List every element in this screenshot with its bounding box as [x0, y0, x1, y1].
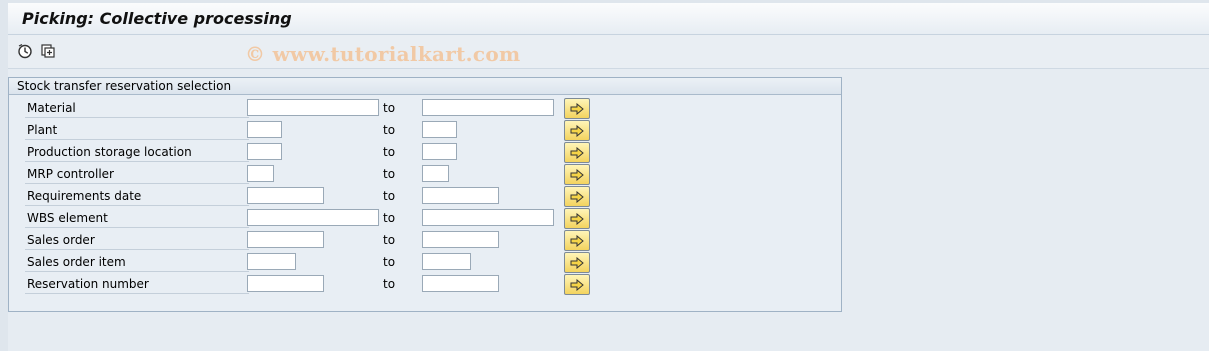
reservation-number-to-input[interactable]: [422, 275, 499, 292]
arrow-right-icon: [570, 256, 584, 269]
multiple-selection-button[interactable]: [564, 98, 590, 119]
multiple-selection-button[interactable]: [564, 252, 590, 273]
arrow-right-icon: [570, 212, 584, 225]
page-title: Picking: Collective processing: [22, 9, 292, 28]
to-label: to: [383, 277, 396, 291]
title-bar: Picking: Collective processing: [8, 3, 1209, 35]
wbs-element-to-input[interactable]: [422, 209, 554, 226]
watermark-text: © www.tutorialkart.com: [245, 42, 521, 66]
multiple-selection-button[interactable]: [564, 274, 590, 295]
selection-row-mrp-controller: MRP controller to: [25, 164, 845, 186]
selection-row-requirements-date: Requirements date to: [25, 186, 845, 208]
multiple-selection-button[interactable]: [564, 142, 590, 163]
multiple-selection-button[interactable]: [564, 120, 590, 141]
to-label: to: [383, 255, 396, 269]
material-from-input[interactable]: [247, 99, 379, 116]
selection-row-sales-order: Sales order to: [25, 230, 845, 252]
execute-icon[interactable]: [16, 42, 34, 60]
selection-row-plant: Plant to: [25, 120, 845, 142]
to-label: to: [383, 167, 396, 181]
mrp-controller-from-input[interactable]: [247, 165, 274, 182]
mrp-controller-to-input[interactable]: [422, 165, 449, 182]
multiple-selection-button[interactable]: [564, 208, 590, 229]
to-label: to: [383, 123, 396, 137]
sales-order-from-input[interactable]: [247, 231, 324, 248]
selection-row-wbs-element: WBS element to: [25, 208, 845, 230]
field-label: Material: [25, 99, 249, 118]
arrow-right-icon: [570, 234, 584, 247]
group-title: Stock transfer reservation selection: [9, 78, 841, 95]
to-label: to: [383, 189, 396, 203]
application-toolbar: [8, 35, 1209, 69]
arrow-right-icon: [570, 278, 584, 291]
arrow-right-icon: [570, 190, 584, 203]
selection-group: Stock transfer reservation selection Mat…: [8, 77, 842, 312]
field-label: Requirements date: [25, 187, 249, 206]
sales-order-item-from-input[interactable]: [247, 253, 296, 270]
to-label: to: [383, 145, 396, 159]
plant-to-input[interactable]: [422, 121, 457, 138]
requirements-date-from-input[interactable]: [247, 187, 324, 204]
reservation-number-from-input[interactable]: [247, 275, 324, 292]
sales-order-item-to-input[interactable]: [422, 253, 471, 270]
multiple-selection-button[interactable]: [564, 230, 590, 251]
selection-row-storage-location: Production storage location to: [25, 142, 845, 164]
requirements-date-to-input[interactable]: [422, 187, 499, 204]
storage-location-from-input[interactable]: [247, 143, 282, 160]
selection-row-sales-order-item: Sales order item to: [25, 252, 845, 274]
get-variant-icon[interactable]: [39, 42, 57, 60]
to-label: to: [383, 211, 396, 225]
to-label: to: [383, 233, 396, 247]
field-label: Plant: [25, 121, 249, 140]
selection-row-material: Material to: [25, 98, 845, 120]
field-label: MRP controller: [25, 165, 249, 184]
arrow-right-icon: [570, 168, 584, 181]
sales-order-to-input[interactable]: [422, 231, 499, 248]
field-label: Sales order: [25, 231, 249, 250]
arrow-right-icon: [570, 146, 584, 159]
material-to-input[interactable]: [422, 99, 554, 116]
multiple-selection-button[interactable]: [564, 186, 590, 207]
selection-row-reservation-number: Reservation number to: [25, 274, 845, 296]
field-label: WBS element: [25, 209, 249, 228]
arrow-right-icon: [570, 102, 584, 115]
arrow-right-icon: [570, 124, 584, 137]
multiple-selection-button[interactable]: [564, 164, 590, 185]
field-label: Production storage location: [25, 143, 249, 162]
to-label: to: [383, 101, 396, 115]
field-label: Sales order item: [25, 253, 249, 272]
plant-from-input[interactable]: [247, 121, 282, 138]
storage-location-to-input[interactable]: [422, 143, 457, 160]
wbs-element-from-input[interactable]: [247, 209, 379, 226]
field-label: Reservation number: [25, 275, 249, 294]
